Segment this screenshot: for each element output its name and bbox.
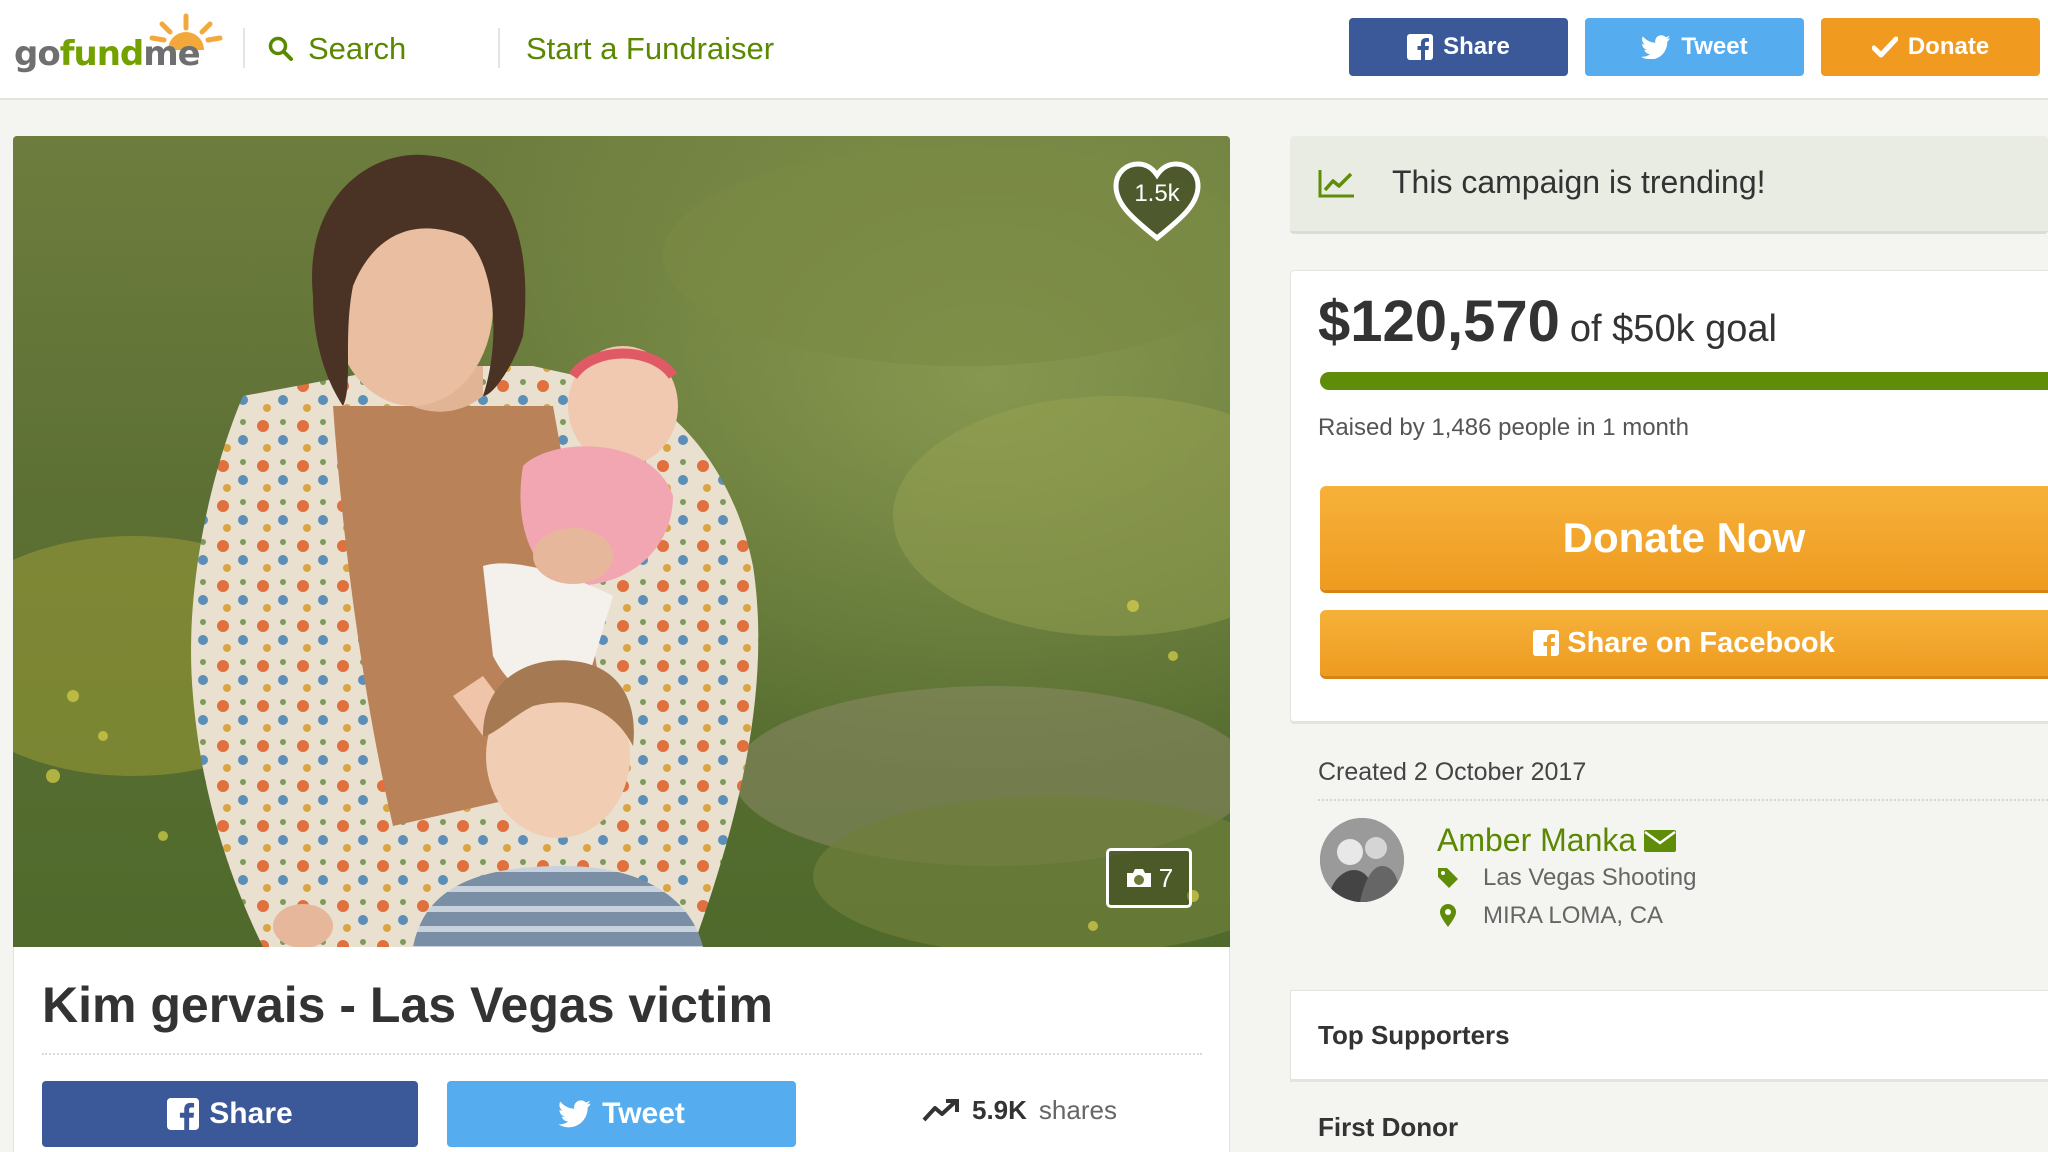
- category-label: Las Vegas Shooting: [1483, 864, 1697, 891]
- campaign-title: Kim gervais - Las Vegas victim: [42, 977, 773, 1033]
- organizer-name[interactable]: Amber Manka: [1437, 822, 1636, 859]
- logo-me: me: [143, 34, 200, 74]
- campaign-tweet-label: Tweet: [602, 1097, 685, 1130]
- avatar-image: [1320, 818, 1404, 902]
- header-donate-label: Donate: [1907, 33, 1990, 60]
- twitter-icon: [558, 1100, 591, 1128]
- photo-count-badge[interactable]: 7: [1106, 848, 1192, 908]
- heart-count: 1.5k: [1134, 180, 1180, 207]
- amount-raised-value: $120,570: [1318, 289, 1560, 354]
- campaign-photo-image: [13, 136, 1230, 947]
- created-divider: [1318, 799, 2048, 801]
- header-share-button[interactable]: Share: [1349, 18, 1568, 76]
- trending-chart-icon: [1318, 170, 1354, 198]
- raised-by-text: Raised by 1,486 people in 1 month: [1318, 414, 1689, 441]
- share-on-facebook-label: Share on Facebook: [1567, 626, 1835, 659]
- progress-bar: [1320, 372, 2048, 390]
- location-label: MIRA LOMA, CA: [1483, 902, 1664, 929]
- location: MIRA LOMA, CA: [1437, 902, 1663, 930]
- first-donor-heading: First Donor: [1318, 1112, 1459, 1142]
- top-supporters-heading: Top Supporters: [1318, 1020, 1510, 1050]
- header-tweet-label: Tweet: [1681, 33, 1748, 60]
- header-donate-button[interactable]: Donate: [1821, 18, 2040, 76]
- created-date: Created 2 October 2017: [1318, 758, 1587, 786]
- header-share-label: Share: [1443, 33, 1510, 60]
- shares-suffix: shares: [1038, 1094, 1117, 1125]
- organizer[interactable]: Amber Manka: [1437, 822, 1677, 859]
- category[interactable]: Las Vegas Shooting: [1437, 864, 1697, 892]
- campaign-photo[interactable]: [13, 136, 1230, 947]
- amount-raised: $120,570 of $50k goal: [1318, 288, 1777, 355]
- shares-count: 5.9K shares: [922, 1090, 1117, 1130]
- checkmark-icon: [1871, 36, 1898, 58]
- facebook-icon: [167, 1098, 200, 1130]
- camera-icon: [1126, 869, 1151, 887]
- trending-text: This campaign is trending!: [1392, 164, 1766, 200]
- gofundme-logo[interactable]: gofundme: [14, 12, 223, 82]
- shares-number: 5.9K: [972, 1094, 1027, 1125]
- logo-go: go: [14, 34, 61, 74]
- title-divider: [42, 1053, 1202, 1055]
- campaign-tweet-button[interactable]: Tweet: [447, 1081, 796, 1147]
- start-fundraiser-link[interactable]: Start a Fundraiser: [526, 26, 774, 72]
- header-divider: [498, 28, 500, 68]
- search-icon: [268, 36, 293, 61]
- organizer-avatar[interactable]: [1320, 818, 1404, 902]
- campaign-share-label: Share: [209, 1097, 293, 1130]
- envelope-icon[interactable]: [1644, 829, 1677, 852]
- share-on-facebook-button[interactable]: Share on Facebook: [1320, 610, 2048, 676]
- location-pin-icon: [1440, 904, 1456, 927]
- twitter-icon: [1641, 35, 1671, 59]
- donate-now-button[interactable]: Donate Now: [1320, 486, 2048, 590]
- tag-icon: [1438, 868, 1458, 888]
- goal-text: of $50k goal: [1569, 308, 1777, 350]
- top-header: gofundme Search Start a Fundraiser Share…: [0, 0, 2048, 100]
- header-divider: [243, 28, 245, 68]
- photo-count: 7: [1158, 862, 1174, 893]
- logo-wordmark: gofundme: [14, 34, 201, 74]
- facebook-icon: [1533, 630, 1560, 656]
- header-tweet-button[interactable]: Tweet: [1585, 18, 1804, 76]
- trending-arrow-icon: [922, 1099, 959, 1122]
- search-label: Search: [308, 31, 407, 66]
- campaign-share-button[interactable]: Share: [42, 1081, 418, 1147]
- facebook-icon: [1407, 34, 1434, 60]
- logo-fund: fund: [59, 34, 145, 74]
- search-link[interactable]: Search: [268, 26, 406, 72]
